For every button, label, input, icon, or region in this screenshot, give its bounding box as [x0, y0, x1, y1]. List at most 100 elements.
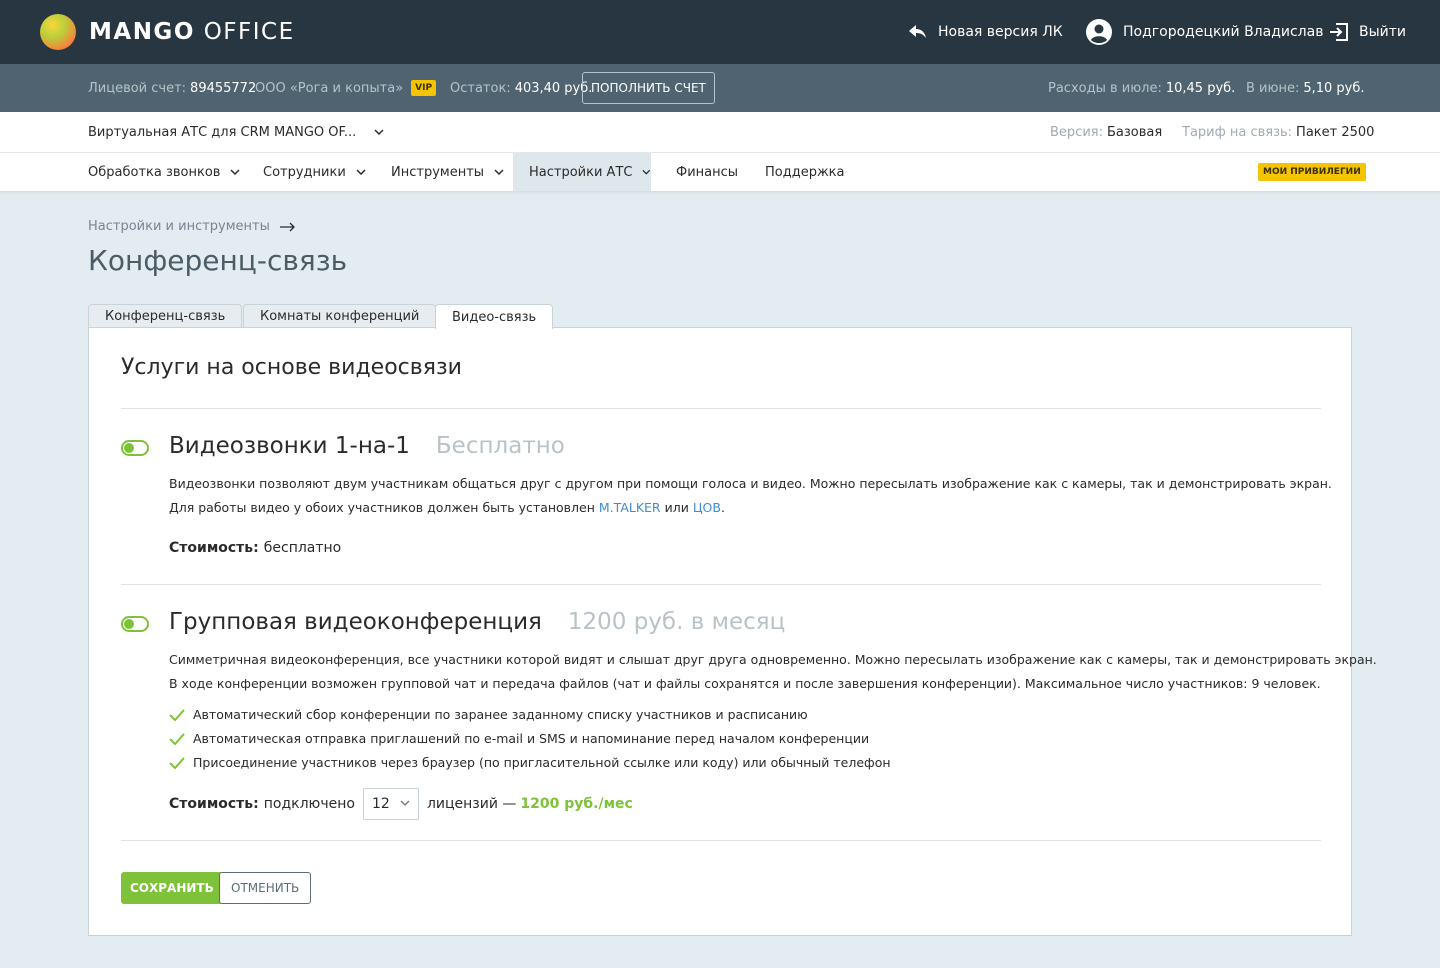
nav-label: Сотрудники — [263, 164, 346, 180]
account-value: 89455772 — [190, 80, 257, 96]
feature-item: Автоматический сбор конференции по заран… — [169, 707, 808, 722]
tariff-label: Тариф на связь: — [1182, 124, 1293, 140]
toggle-knob — [124, 619, 134, 629]
logout-icon — [1330, 23, 1348, 41]
cost-value: бесплатно — [263, 540, 342, 556]
version-info: Версия: Базовая — [1050, 112, 1162, 152]
june-label: В июне: — [1246, 80, 1300, 96]
new-version-link[interactable]: Новая версия ЛК — [908, 0, 1063, 64]
divider — [121, 584, 1321, 585]
toggle-knob — [124, 443, 134, 453]
balance: Остаток: 403,40 руб. — [450, 64, 592, 112]
cost-label: Стоимость: — [169, 540, 259, 556]
desc-text: или — [664, 500, 689, 515]
service1-cost: Стоимость: бесплатно — [169, 540, 341, 556]
cancel-button[interactable]: ОТМЕНИТЬ — [219, 872, 312, 904]
nav-employees[interactable]: Сотрудники — [263, 153, 366, 191]
mtalker-link[interactable]: M.TALKER — [599, 500, 661, 515]
nav-label: Финансы — [676, 164, 739, 180]
desc-text: Для работы видео у обоих участников долж… — [169, 500, 595, 515]
feature-item: Автоматическая отправка приглашений по e… — [169, 731, 869, 746]
save-button[interactable]: СОХРАНИТЬ — [121, 872, 223, 904]
tab-video[interactable]: Видео-связь — [435, 304, 554, 329]
july-label: Расходы в июле: — [1048, 80, 1162, 96]
chevron-down-icon — [374, 129, 384, 135]
service2-description: Симметричная видеоконференция, все участ… — [169, 648, 1377, 696]
service2-name: Групповая видеоконференция — [169, 609, 542, 635]
tariff-value: Пакет 2500 — [1296, 124, 1375, 140]
card-title: Услуги на основе видеосвязи — [121, 355, 462, 380]
main-nav: Обработка звонков Сотрудники Инструменты… — [0, 153, 1440, 192]
july-value: 10,45 руб. — [1165, 80, 1236, 96]
arrow-right-icon — [279, 222, 295, 231]
topup-button[interactable]: ПОПОЛНИТЬ СЧЕТ — [582, 72, 715, 104]
nav-support[interactable]: Поддержка — [765, 153, 845, 191]
account-label: Лицевой счет: — [88, 80, 187, 96]
feature-text: Автоматический сбор конференции по заран… — [193, 707, 808, 722]
chevron-down-icon — [400, 800, 410, 806]
balance-value: 403,40 руб. — [514, 80, 593, 96]
version-value: Базовая — [1106, 124, 1163, 140]
feature-text: Автоматическая отправка приглашений по e… — [193, 731, 870, 746]
july-expenses: Расходы в июле: 10,45 руб. — [1048, 64, 1235, 112]
licenses-label: лицензий — — [426, 796, 517, 812]
nav-label: Инструменты — [391, 164, 485, 180]
product-selector-label: Виртуальная АТС для CRM MANGO OF... — [88, 124, 357, 140]
nav-label: Обработка звонков — [88, 164, 221, 180]
service1-title: Видеозвонки 1-на-1 Бесплатно — [169, 433, 565, 459]
my-privileges-badge[interactable]: МОИ ПРИВИЛЕГИИ — [1258, 163, 1366, 181]
cost-connected: подключено — [263, 796, 355, 812]
feature-item: Присоединение участников через браузер (… — [169, 755, 891, 770]
checkmark-icon — [169, 756, 185, 769]
feature-text: Присоединение участников через браузер (… — [193, 755, 891, 770]
desc-text: . — [720, 500, 725, 515]
checkmark-icon — [169, 708, 185, 721]
company-name: ООО «Рога и копыта» VIP — [255, 64, 437, 112]
product-bar: Виртуальная АТС для CRM MANGO OF... Верс… — [0, 112, 1440, 153]
nav-finance[interactable]: Финансы — [676, 153, 738, 191]
logo-bold: MANGO — [89, 19, 195, 45]
logout-label: Выйти — [1359, 24, 1407, 40]
tab-conference-rooms[interactable]: Комнаты конференций — [243, 304, 437, 328]
group-videoconference-toggle[interactable] — [121, 616, 149, 632]
nav-ats-settings[interactable]: Настройки АТС — [513, 153, 651, 191]
licenses-value: 12 — [371, 796, 390, 812]
nav-label: Настройки АТС — [529, 164, 633, 180]
user-avatar-icon — [1086, 19, 1112, 45]
product-selector[interactable]: Виртуальная АТС для CRM MANGO OF... — [88, 112, 384, 152]
service1-desc-line2: Для работы видео у обоих участников долж… — [169, 496, 1332, 520]
service1-desc-line1: Видеозвонки позволяют двум участникам об… — [169, 476, 1332, 491]
reply-arrow-icon — [909, 25, 926, 38]
video-services-card: Услуги на основе видеосвязи Видеозвонки … — [88, 327, 1377, 936]
account-number: Лицевой счет: 89455772 — [88, 64, 256, 112]
balance-label: Остаток: — [450, 80, 511, 96]
chevron-down-icon — [642, 169, 651, 175]
video-calls-toggle[interactable] — [121, 440, 149, 456]
logo-light: OFFICE — [203, 19, 295, 45]
checkmark-icon — [169, 732, 185, 745]
new-version-label: Новая версия ЛК — [938, 24, 1063, 40]
licenses-select[interactable]: 12 — [362, 788, 419, 820]
divider — [121, 408, 1321, 409]
breadcrumb[interactable]: Настройки и инструменты — [88, 219, 296, 234]
breadcrumb-link[interactable]: Настройки и инструменты — [88, 219, 270, 234]
logout-button[interactable]: Выйти — [1329, 0, 1406, 64]
user-profile[interactable]: Подгородецкий Владислав — [1086, 0, 1323, 64]
chevron-down-icon — [230, 169, 240, 175]
service1-name: Видеозвонки 1-на-1 — [169, 433, 410, 459]
nav-call-processing[interactable]: Обработка звонков — [88, 153, 240, 191]
cost-label: Стоимость: — [169, 796, 259, 812]
tsov-link[interactable]: ЦОВ — [693, 500, 721, 515]
licenses-price: 1200 руб./мес — [520, 796, 633, 812]
nav-tools[interactable]: Инструменты — [391, 153, 504, 191]
june-value: 5,10 руб. — [1303, 80, 1365, 96]
tab-conference[interactable]: Конференц-связь — [88, 304, 243, 328]
divider — [121, 840, 1321, 841]
version-label: Версия: — [1050, 124, 1103, 140]
service1-price: Бесплатно — [435, 433, 565, 459]
service1-description: Видеозвонки позволяют двум участникам об… — [169, 472, 1332, 520]
service2-title: Групповая видеоконференция 1200 руб. в м… — [169, 609, 785, 635]
mango-office-logo[interactable]: MANGO OFFICE — [40, 14, 295, 50]
june-expenses: В июне: 5,10 руб. — [1246, 64, 1365, 112]
tariff-info: Тариф на связь: Пакет 2500 — [1182, 112, 1374, 152]
